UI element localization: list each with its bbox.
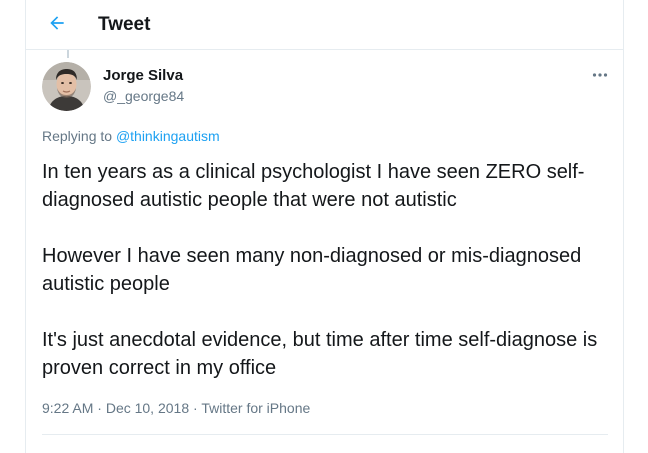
- tweet-source[interactable]: Twitter for iPhone: [201, 400, 310, 416]
- tweet-paragraph: However I have seen many non-diagnosed o…: [42, 245, 582, 295]
- tweet-column: Tweet Jorge Silva @_george84 Replying to…: [25, 0, 624, 453]
- tweet-time[interactable]: 9:22 AM: [42, 400, 93, 416]
- tweet-paragraph: It's just anecdotal evidence, but time a…: [42, 329, 598, 379]
- tweet-date[interactable]: Dec 10, 2018: [106, 400, 189, 416]
- author-handle[interactable]: @_george84: [103, 87, 184, 105]
- replying-to-label: Replying to: [42, 128, 116, 144]
- more-options-button[interactable]: [588, 64, 612, 84]
- page-title: Tweet: [98, 14, 151, 35]
- back-button[interactable]: [42, 10, 72, 40]
- meta-separator: ·: [189, 400, 202, 416]
- replying-to-line: Replying to @thinkingautism: [42, 127, 220, 145]
- ellipsis-icon: [592, 65, 608, 83]
- author-name[interactable]: Jorge Silva: [103, 67, 183, 85]
- arrow-left-icon: [47, 13, 67, 38]
- page-header: Tweet: [26, 0, 623, 50]
- avatar[interactable]: [42, 62, 91, 111]
- tweet-paragraph: In ten years as a clinical psychologist …: [42, 161, 585, 211]
- tweet-text: In ten years as a clinical psychologist …: [42, 158, 602, 382]
- thread-connector-line: [67, 50, 69, 58]
- reply-mention-link[interactable]: @thinkingautism: [116, 128, 220, 144]
- meta-separator: ·: [93, 400, 106, 416]
- tweet-metadata: 9:22 AM · Dec 10, 2018 · Twitter for iPh…: [42, 399, 310, 417]
- divider: [42, 434, 608, 435]
